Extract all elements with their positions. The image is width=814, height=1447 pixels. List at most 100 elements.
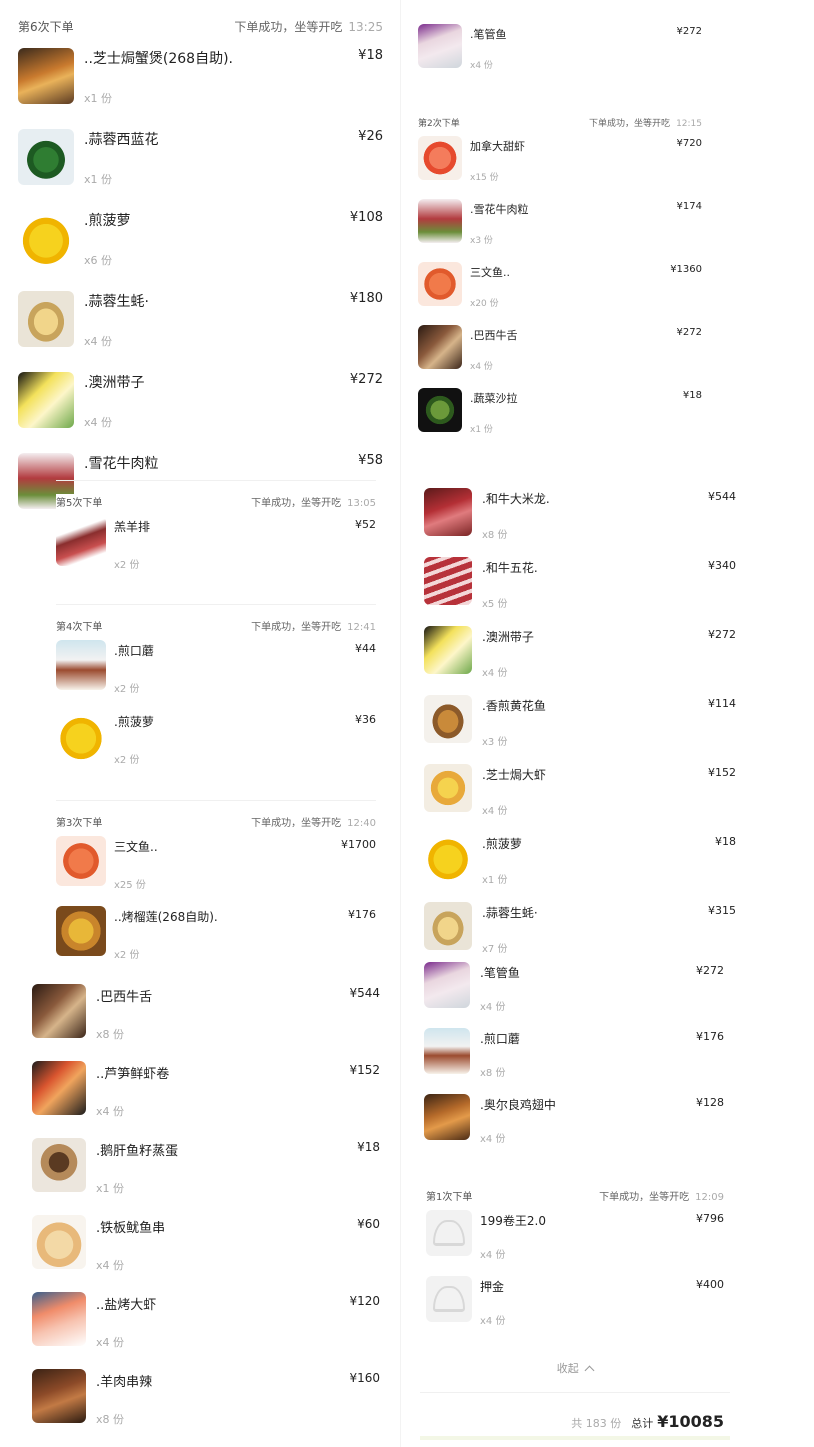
item-price: ¥60	[357, 1217, 380, 1231]
order-item[interactable]: .蔬菜沙拉 ¥18 x1 份	[418, 388, 702, 435]
collapse-label: 收起	[556, 1362, 579, 1375]
item-price: ¥18	[357, 1140, 380, 1154]
order-title: 第4次下单	[56, 622, 103, 633]
order-item[interactable]: .蒜蓉生蚝· ¥180 x4 份	[18, 291, 383, 348]
order-title: 第1次下单	[426, 1192, 473, 1203]
order-item[interactable]: .和牛五花. ¥340 x5 份	[424, 557, 736, 610]
item-price: ¥18	[358, 48, 383, 63]
item-quantity: x2 份	[114, 950, 140, 961]
item-name: 三文鱼..	[470, 266, 510, 279]
item-name: .煎菠萝	[84, 213, 131, 229]
order-status: 下单成功，坐等开吃 12:40	[251, 814, 376, 829]
order-item[interactable]: 199卷王2.0 ¥796 x4 份	[426, 1210, 724, 1261]
order-time: 12:09	[695, 1192, 724, 1203]
order-item[interactable]: .澳洲带子 ¥272 x4 份	[424, 626, 736, 679]
order-item[interactable]: .澳洲带子 ¥272 x4 份	[18, 372, 383, 429]
item-quantity: x4 份	[84, 416, 113, 429]
beef-cube-dish-icon	[418, 199, 462, 243]
grilled-shrimp-dish-icon	[32, 1292, 86, 1346]
item-name: .煎口蘑	[114, 644, 154, 658]
order-3-section: 第3次下单 下单成功，坐等开吃 12:40 三文鱼.. ¥1700 x25 份 ..烤榴莲(…	[56, 800, 376, 966]
item-quantity: x4 份	[96, 1105, 125, 1118]
item-price: ¥400	[696, 1278, 724, 1291]
item-quantity: x4 份	[480, 1134, 506, 1145]
item-name: .香煎黄花鱼	[482, 699, 546, 713]
order-item[interactable]: .煎菠萝 ¥36 x2 份	[56, 711, 376, 766]
order-item[interactable]: 三文鱼.. ¥1360 x20 份	[418, 262, 702, 309]
item-name: ..盐烤大虾	[96, 1298, 157, 1313]
order-item[interactable]: .羊肉串辣 ¥160 x8 份	[32, 1369, 380, 1426]
collapse-button[interactable]: 收起	[420, 1360, 730, 1376]
scallop-dish-icon	[18, 372, 74, 428]
order-item[interactable]: .煎菠萝 ¥108 x6 份	[18, 210, 383, 267]
order-item[interactable]: 三文鱼.. ¥1700 x25 份	[56, 836, 376, 891]
item-quantity: x1 份	[84, 92, 113, 105]
squid-skewer-dish-icon	[32, 1215, 86, 1269]
item-name: ..芦笋鲜虾卷	[96, 1067, 170, 1082]
order-item[interactable]: .笔管鱼 ¥272 x4 份	[424, 962, 724, 1013]
order-item[interactable]: .香煎黄花鱼 ¥114 x3 份	[424, 695, 736, 748]
item-quantity: x20 份	[470, 299, 499, 309]
item-name: .煎口蘑	[480, 1032, 520, 1046]
item-quantity: x2 份	[114, 684, 140, 695]
column-divider	[400, 0, 401, 1447]
item-price: ¥180	[349, 291, 383, 306]
order-item[interactable]: 加拿大甜虾 ¥720 x15 份	[418, 136, 702, 183]
order-title: 第5次下单	[56, 498, 103, 509]
mushroom-dish-icon	[424, 1028, 470, 1074]
order-time: 12:41	[347, 622, 376, 633]
order-item[interactable]: 押金 ¥400 x4 份	[426, 1276, 724, 1327]
order-status: 下单成功，坐等开吃 12:41	[251, 618, 376, 633]
item-price: ¥1360	[670, 264, 702, 275]
order-item[interactable]: .铁板鱿鱼串 ¥60 x4 份	[32, 1215, 380, 1272]
pineapple-dish-icon	[56, 711, 106, 761]
order-header: 第1次下单 下单成功，坐等开吃 12:09	[426, 1188, 724, 1203]
item-quantity: x2 份	[114, 755, 140, 766]
item-quantity: x4 份	[96, 1336, 125, 1349]
order-item[interactable]: ..芝士焗蟹煲(268自助). ¥18 x1 份	[18, 48, 383, 105]
order-item[interactable]: .笔管鱼 ¥272 x4 份	[418, 24, 702, 71]
sweet-shrimp-dish-icon	[418, 136, 462, 180]
item-name: .巴西牛舌	[470, 329, 518, 342]
order-item[interactable]: 羔羊排 ¥52 x2 份	[56, 516, 376, 571]
order-time: 12:40	[347, 818, 376, 829]
order-item[interactable]: .煎口蘑 ¥176 x8 份	[424, 1028, 724, 1079]
order-item[interactable]: .煎菠萝 ¥18 x1 份	[424, 833, 736, 886]
order-time: 13:05	[347, 498, 376, 509]
item-name: .蔬菜沙拉	[470, 392, 518, 405]
order-item[interactable]: ..盐烤大虾 ¥120 x4 份	[32, 1292, 380, 1349]
steamed-egg-dish-icon	[32, 1138, 86, 1192]
order-item[interactable]: .巴西牛舌 ¥544 x8 份	[32, 984, 380, 1041]
durian-dish-icon	[56, 906, 106, 956]
order-item[interactable]: .雪花牛肉粒 ¥174 x3 份	[418, 199, 702, 246]
total-row: 共 183 份 总计 ¥10085	[571, 1412, 724, 1431]
order-item[interactable]: .蒜蓉生蚝· ¥315 x7 份	[424, 902, 736, 955]
order-item[interactable]: ..烤榴莲(268自助). ¥176 x2 份	[56, 906, 376, 961]
order-item[interactable]: .蒜蓉西蓝花 ¥26 x1 份	[18, 129, 383, 186]
order-time: 13:25	[348, 20, 383, 34]
item-price: ¥272	[708, 628, 736, 641]
placeholder-dish-icon	[426, 1210, 472, 1256]
status-text: 下单成功，坐等开吃	[251, 818, 342, 829]
item-quantity: x4 份	[96, 1259, 125, 1272]
order-item[interactable]: .芝士焗大虾 ¥152 x4 份	[424, 764, 736, 817]
broccoli-dish-icon	[18, 129, 74, 185]
item-name: .煎菠萝	[114, 715, 154, 729]
order-item[interactable]: .巴西牛舌 ¥272 x4 份	[418, 325, 702, 372]
item-name: .雪花牛肉粒	[470, 203, 529, 216]
status-text: 下单成功，坐等开吃	[599, 1192, 690, 1203]
item-name: .澳洲带子	[482, 630, 534, 644]
item-price: ¥544	[349, 986, 380, 1000]
order-item[interactable]: ..芦笋鲜虾卷 ¥152 x4 份	[32, 1061, 380, 1118]
order-item[interactable]: .煎口蘑 ¥44 x2 份	[56, 640, 376, 695]
item-quantity: x4 份	[84, 335, 113, 348]
order-footer: 收起 共 183 份 总计 ¥10085	[420, 1352, 730, 1444]
item-name: .和牛五花.	[482, 561, 538, 575]
order-1-section: 第1次下单 下单成功，坐等开吃 12:09 199卷王2.0 ¥796 x4 份押金 ¥40…	[426, 1188, 724, 1328]
order-item[interactable]: .鹅肝鱼籽蒸蛋 ¥18 x1 份	[32, 1138, 380, 1195]
order-items-right-top: .笔管鱼 ¥272 x4 份	[418, 24, 702, 94]
order-item[interactable]: .和牛大米龙. ¥544 x8 份	[424, 488, 736, 541]
item-price: ¥340	[708, 559, 736, 572]
item-quantity: x4 份	[470, 362, 493, 372]
order-item[interactable]: .奥尔良鸡翅中 ¥128 x4 份	[424, 1094, 724, 1145]
